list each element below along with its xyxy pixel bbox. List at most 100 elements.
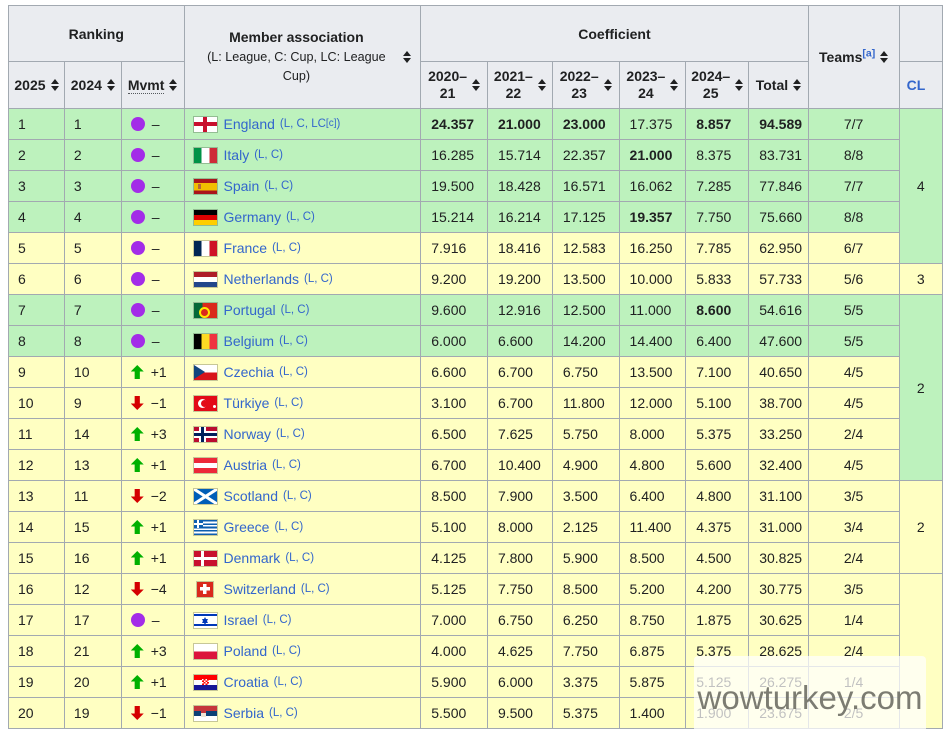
coeff-2022-23-cell: 22.357 bbox=[552, 140, 619, 171]
country-link[interactable]: Germany(L, C) bbox=[194, 209, 421, 225]
teams-cell: 7/7 bbox=[808, 109, 899, 140]
coeff-2022-23-cell: 17.125 bbox=[552, 202, 619, 233]
movement-cell: −1 bbox=[121, 698, 184, 729]
coeff-2021-22-cell: 18.416 bbox=[487, 233, 552, 264]
country-link[interactable]: Czechia(L, C) bbox=[194, 364, 421, 380]
country-link[interactable]: Austria(L, C) bbox=[194, 457, 421, 473]
table-row: 4 4 – Germany(L, C) 15.214 16.214 17.125… bbox=[9, 202, 943, 233]
total-coefficient-cell: 32.400 bbox=[749, 450, 808, 481]
coeff-2020-21-cell: 7.916 bbox=[421, 233, 488, 264]
member-association-cell: Czechia(L, C) bbox=[184, 357, 421, 388]
country-link[interactable]: Switzerland(L, C) bbox=[194, 581, 421, 597]
rank-2024-cell: 12 bbox=[64, 574, 121, 605]
footnote-a-link[interactable]: [a] bbox=[862, 47, 875, 59]
coeff-2020-21-cell: 5.100 bbox=[421, 512, 488, 543]
coeff-2022-23-cell: 6.250 bbox=[552, 605, 619, 636]
steady-icon bbox=[131, 210, 145, 224]
coeff-2023-24-cell: 17.375 bbox=[619, 109, 686, 140]
table-body: 1 1 – England(L, C, LC[c]) 24.357 21.000… bbox=[9, 109, 943, 729]
rank-2025-cell: 14 bbox=[9, 512, 65, 543]
steady-icon bbox=[131, 241, 145, 255]
country-link[interactable]: Croatia(L, C) bbox=[194, 674, 421, 690]
member-association-cell: Poland(L, C) bbox=[184, 636, 421, 667]
rank-2024-cell: 15 bbox=[64, 512, 121, 543]
teams-cell: 4/5 bbox=[808, 388, 899, 419]
competitions-label: (L, C) bbox=[263, 614, 292, 626]
champions-league-column-header[interactable]: CL bbox=[899, 62, 942, 109]
country-link[interactable]: Scotland(L, C) bbox=[194, 488, 421, 504]
country-link[interactable]: Belgium(L, C) bbox=[194, 333, 421, 349]
competitions-label: (L, C, LC bbox=[280, 118, 326, 130]
sort-header-teams[interactable]: Teams[a] bbox=[808, 6, 899, 109]
coeff-2022-23-cell: 14.200 bbox=[552, 326, 619, 357]
country-name: Norway bbox=[224, 426, 271, 442]
coeff-2022-23-cell: 2.125 bbox=[552, 512, 619, 543]
competitions-label: (L, C) bbox=[269, 707, 298, 719]
sort-header-2021-22[interactable]: 2021–22 bbox=[487, 62, 552, 109]
up-arrow-icon bbox=[131, 365, 144, 379]
competitions-label: (L, C) bbox=[281, 304, 310, 316]
country-link[interactable]: Netherlands(L, C) bbox=[194, 271, 421, 287]
country-link[interactable]: France(L, C) bbox=[194, 240, 421, 256]
coeff-2022-23-cell: 11.800 bbox=[552, 388, 619, 419]
country-link[interactable]: Spain(L, C) bbox=[194, 178, 421, 194]
flag-scotland-icon bbox=[194, 489, 217, 504]
table-row: 10 9 −1 Türkiye(L, C) 3.100 6.700 11.800… bbox=[9, 388, 943, 419]
coeff-2020-21-cell: 24.357 bbox=[421, 109, 488, 140]
coeff-2023-24-cell: 5.875 bbox=[619, 667, 686, 698]
coeff-2020-21-cell: 9.600 bbox=[421, 295, 488, 326]
country-link[interactable]: Denmark(L, C) bbox=[194, 550, 421, 566]
flag-netherlands-icon bbox=[194, 272, 217, 287]
movement-label: +1 bbox=[151, 550, 167, 566]
movement-label: −1 bbox=[151, 395, 167, 411]
country-link[interactable]: Türkiye(L, C) bbox=[194, 395, 421, 411]
country-link[interactable]: Italy(L, C) bbox=[194, 147, 421, 163]
coeff-2020-21-cell: 6.000 bbox=[421, 326, 488, 357]
sort-header-2025[interactable]: 2025 bbox=[9, 62, 65, 109]
coeff-2022-23-cell: 12.583 bbox=[552, 233, 619, 264]
country-link[interactable]: Norway(L, C) bbox=[194, 426, 421, 442]
sort-header-movement[interactable]: Mvmt bbox=[121, 62, 184, 109]
steady-icon bbox=[131, 117, 145, 131]
coeff-2021-22-cell: 7.750 bbox=[487, 574, 552, 605]
table-row: 7 7 – Portugal(L, C) 9.600 12.916 12.500… bbox=[9, 295, 943, 326]
country-link[interactable]: Poland(L, C) bbox=[194, 643, 421, 659]
competitions-label: (L, C) bbox=[254, 149, 283, 161]
rank-2025-cell: 12 bbox=[9, 450, 65, 481]
movement-cell: +1 bbox=[121, 450, 184, 481]
sort-header-2020-21[interactable]: 2020–21 bbox=[421, 62, 488, 109]
movement-cell: +3 bbox=[121, 419, 184, 450]
member-association-cell: Italy(L, C) bbox=[184, 140, 421, 171]
sort-header-2023-24[interactable]: 2023–24 bbox=[619, 62, 686, 109]
rank-2025-cell: 16 bbox=[9, 574, 65, 605]
movement-label: −4 bbox=[151, 581, 167, 597]
country-link[interactable]: Serbia(L, C) bbox=[194, 705, 421, 721]
rank-2025-cell: 1 bbox=[9, 109, 65, 140]
sort-header-2022-23[interactable]: 2022–23 bbox=[552, 62, 619, 109]
coeff-2024-25-cell: 7.785 bbox=[686, 233, 749, 264]
up-arrow-icon bbox=[131, 551, 144, 565]
watermark-text: wowturkey.com bbox=[698, 679, 923, 717]
table-row: 16 12 −4 Switzerland(L, C) 5.125 7.750 8… bbox=[9, 574, 943, 605]
member-association-cell: Portugal(L, C) bbox=[184, 295, 421, 326]
movement-cell: – bbox=[121, 140, 184, 171]
sort-header-member-association[interactable]: Member association (L: League, C: Cup, L… bbox=[184, 6, 421, 109]
coeff-2021-22-cell: 4.625 bbox=[487, 636, 552, 667]
country-link[interactable]: Greece(L, C) bbox=[194, 519, 421, 535]
sort-header-total[interactable]: Total bbox=[749, 62, 808, 109]
sort-header-2024-25[interactable]: 2024–25 bbox=[686, 62, 749, 109]
country-link[interactable]: Israel(L, C) bbox=[194, 612, 421, 628]
country-link[interactable]: England(L, C, LC[c]) bbox=[194, 116, 421, 132]
coefficient-group-header: Coefficient bbox=[421, 6, 808, 62]
country-link[interactable]: Portugal(L, C) bbox=[194, 302, 421, 318]
country-name: Germany bbox=[224, 209, 282, 225]
total-coefficient-cell: 94.589 bbox=[749, 109, 808, 140]
table-row: 15 16 +1 Denmark(L, C) 4.125 7.800 5.900… bbox=[9, 543, 943, 574]
flag-portugal-icon bbox=[194, 303, 217, 318]
down-arrow-icon bbox=[131, 706, 144, 720]
member-association-cell: England(L, C, LC[c]) bbox=[184, 109, 421, 140]
teams-cell: 6/7 bbox=[808, 233, 899, 264]
sort-header-2024[interactable]: 2024 bbox=[64, 62, 121, 109]
rank-2025-cell: 20 bbox=[9, 698, 65, 729]
movement-label: +3 bbox=[151, 643, 167, 659]
